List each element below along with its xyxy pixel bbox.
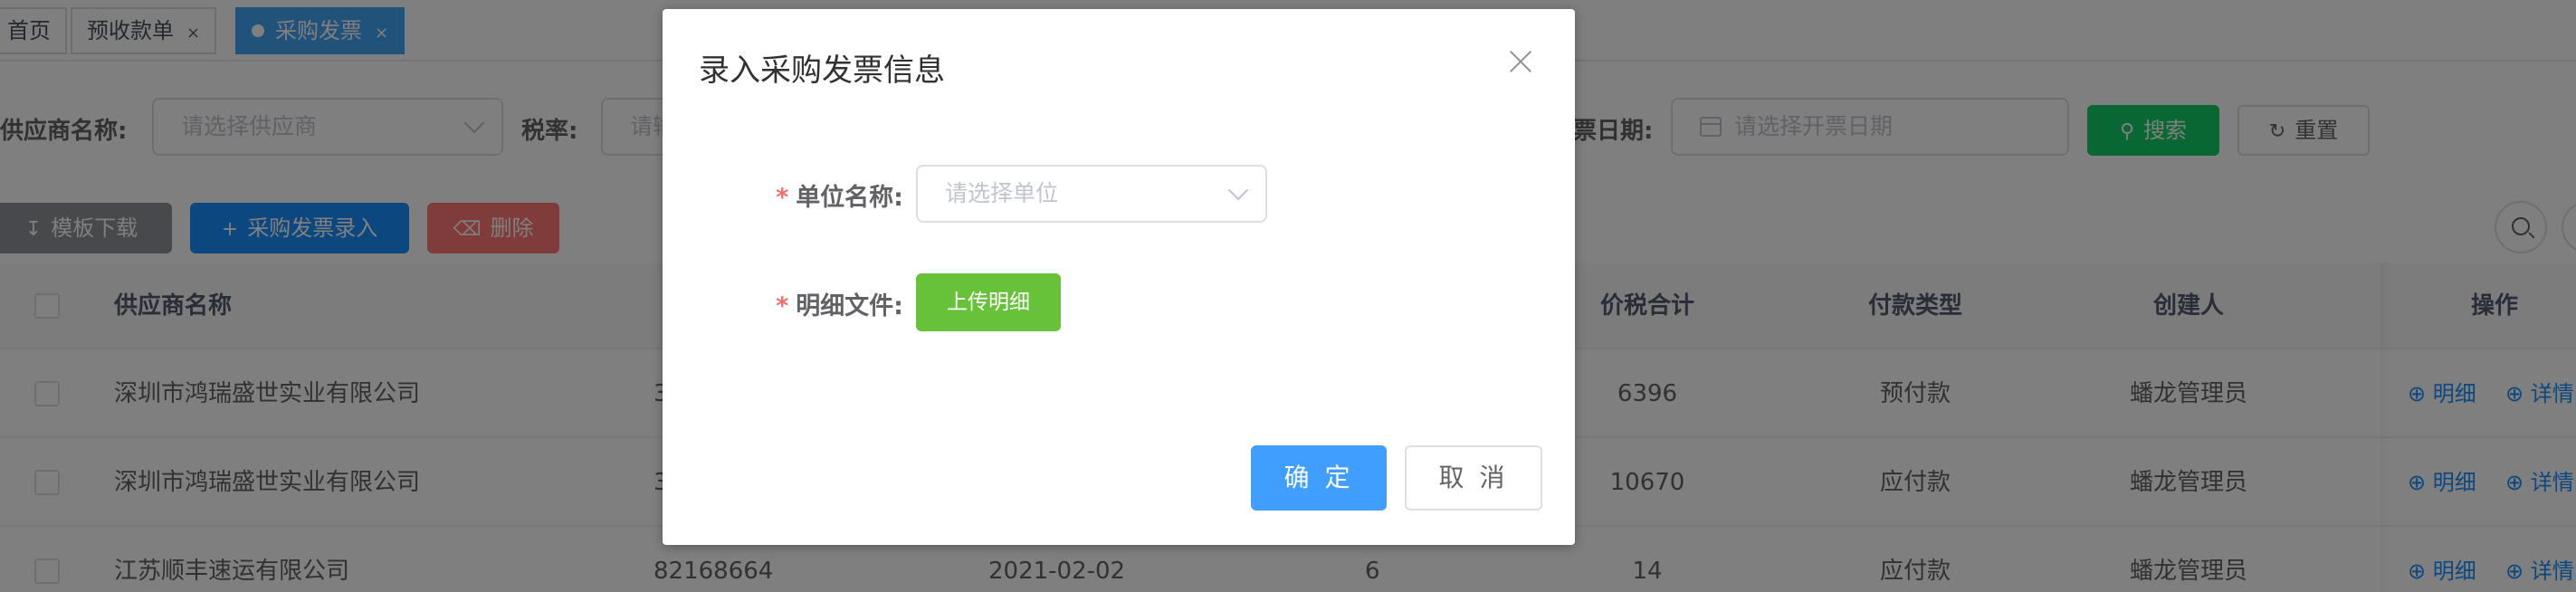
unit-name-label-text: 单位名称: [796, 184, 903, 212]
unit-placeholder: 请选择单位 [945, 180, 1059, 206]
detail-file-label: * 明细文件: [769, 286, 903, 321]
upload-detail-button[interactable]: 上传明细 [916, 273, 1061, 331]
required-mark: * [776, 184, 789, 212]
chevron-down-icon [1227, 179, 1249, 201]
unit-name-label: * 单位名称: [769, 177, 903, 213]
detail-file-label-text: 明细文件: [796, 292, 903, 320]
close-icon[interactable] [1508, 49, 1533, 74]
purchase-invoice-dialog: 录入采购发票信息 * 单位名称: 请选择单位 * 明细文件: 上传明细 确 定 取 … [663, 9, 1575, 545]
confirm-button[interactable]: 确 定 [1251, 445, 1387, 511]
required-mark: * [776, 292, 789, 320]
cancel-button[interactable]: 取 消 [1405, 445, 1542, 511]
unit-select[interactable]: 请选择单位 [916, 165, 1267, 223]
dialog-title: 录入采购发票信息 [699, 53, 945, 89]
